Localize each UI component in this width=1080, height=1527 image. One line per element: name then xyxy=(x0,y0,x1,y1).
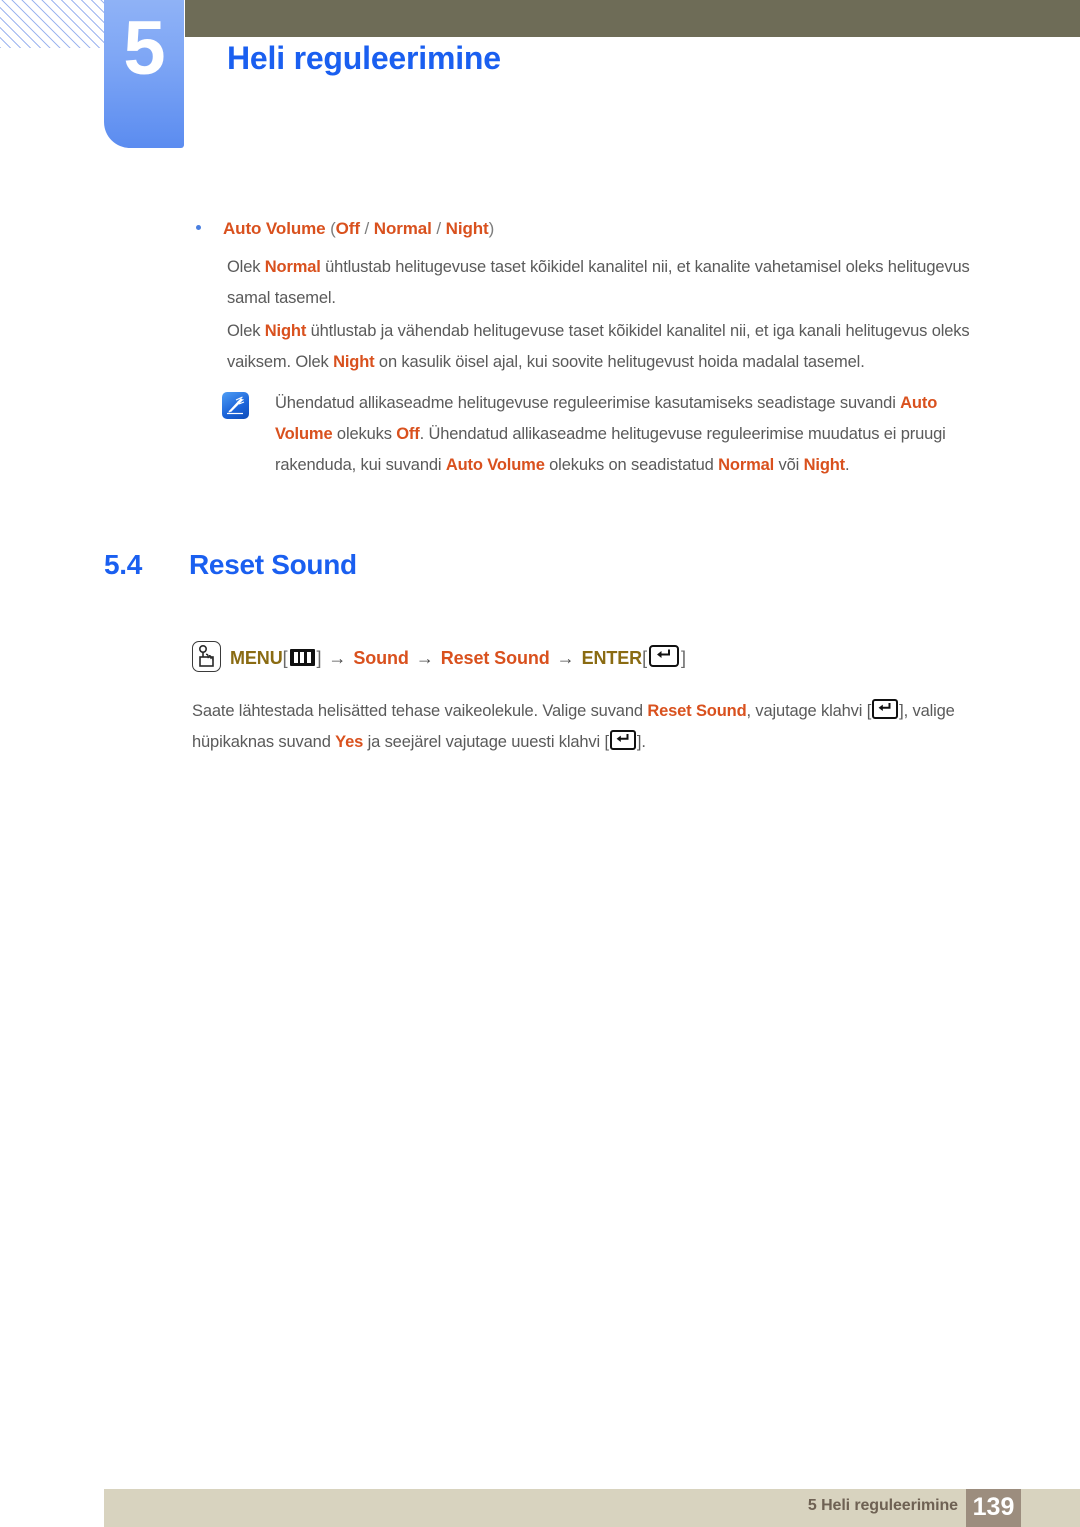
bracket-close-menu: ] xyxy=(316,648,322,668)
decorative-hatch-pattern xyxy=(0,0,104,48)
footer-chapter-label: 5 Heli reguleerimine xyxy=(807,1497,958,1514)
option-off: Off xyxy=(335,219,360,238)
section-title: Reset Sound xyxy=(189,549,357,580)
note-keyword-off: Off xyxy=(396,425,420,443)
paragraph-night: Olek Night ühtlustab ja vähendab helitug… xyxy=(227,316,999,378)
separator-2: / xyxy=(431,219,446,238)
menu-item-reset-sound: Reset Sound xyxy=(440,648,550,668)
body-text-6: ja seejärel vajutage uuesti klahvi [ xyxy=(363,733,609,751)
p2-text-a: Olek xyxy=(227,322,265,340)
menu-button-icon xyxy=(289,649,315,666)
open-paren: ( xyxy=(325,219,336,238)
bullet-label-text: Auto Volume (Off / Normal / Night) xyxy=(223,219,494,238)
p1-text-a: Olek xyxy=(227,258,265,276)
bullet-item-auto-volume: Auto Volume (Off / Normal / Night) xyxy=(196,219,1016,239)
enter-key-icon xyxy=(872,699,899,719)
note-text-c: olekuks xyxy=(332,425,397,443)
paragraph-reset-sound-body: Saate lähtestada helisätted tehase vaike… xyxy=(192,696,1022,758)
header-olive-bar xyxy=(185,0,1080,37)
menu-navigation-path: MENU[] → Sound → Reset Sound → ENTER[] xyxy=(192,641,686,672)
p2-keyword-night-1: Night xyxy=(264,322,307,340)
bracket-open-menu: [ xyxy=(282,648,288,668)
section-heading: 5.4 Reset Sound xyxy=(104,549,357,581)
enter-label: ENTER xyxy=(581,648,643,668)
note-text: Ühendatud allikaseadme helitugevuse regu… xyxy=(275,388,995,481)
section-number: 5.4 xyxy=(104,549,143,580)
chapter-number-tab: 5 xyxy=(104,0,184,148)
body-text-7: ]. xyxy=(636,733,646,751)
separator-1: / xyxy=(359,219,374,238)
menu-label: MENU xyxy=(230,648,283,668)
p1-keyword-normal: Normal xyxy=(264,258,321,276)
option-normal: Normal xyxy=(373,219,432,238)
chapter-title: Heli reguleerimine xyxy=(227,40,501,76)
chapter-number: 5 xyxy=(123,6,165,91)
p2-keyword-night-2: Night xyxy=(333,353,375,371)
note-keyword-night: Night xyxy=(803,456,846,474)
arrow-3: → xyxy=(556,648,575,668)
note-keyword-auto-volume-2: Auto Volume xyxy=(445,456,545,474)
body-keyword-yes: Yes xyxy=(335,733,364,751)
bullet-dot-icon xyxy=(196,225,201,231)
close-paren: ) xyxy=(488,219,495,238)
body-text-1: Saate lähtestada helisätted tehase vaike… xyxy=(192,702,648,720)
bracket-close-enter: ] xyxy=(680,648,686,668)
note-pen-icon xyxy=(222,392,249,419)
bracket-open-enter: [ xyxy=(642,648,647,668)
arrow-1: → xyxy=(328,648,347,668)
note-text-i: või xyxy=(774,456,804,474)
p1-text-c: ühtlustab helitugevuse taset kõikidel ka… xyxy=(227,258,970,307)
option-night: Night xyxy=(445,219,489,238)
arrow-2: → xyxy=(415,648,434,668)
auto-volume-label: Auto Volume xyxy=(223,219,326,238)
menu-item-sound: Sound xyxy=(353,648,409,668)
body-keyword-reset-sound: Reset Sound xyxy=(647,702,747,720)
page-number-box: 139 xyxy=(966,1489,1021,1527)
note-keyword-normal: Normal xyxy=(718,456,775,474)
paragraph-normal: Olek Normal ühtlustab helitugevuse taset… xyxy=(227,252,987,314)
remote-hand-icon xyxy=(192,641,221,672)
body-text-3: , vajutage klahvi [ xyxy=(746,702,872,720)
note-text-k: . xyxy=(845,456,850,474)
enter-key-icon xyxy=(609,730,636,750)
page-number: 139 xyxy=(972,1493,1015,1521)
p2-text-e: on kasulik öisel ajal, kui soovite helit… xyxy=(374,353,865,371)
note-text-a: Ühendatud allikaseadme helitugevuse regu… xyxy=(275,394,901,412)
note-text-g: olekuks on seadistatud xyxy=(544,456,719,474)
enter-key-icon xyxy=(648,645,679,667)
